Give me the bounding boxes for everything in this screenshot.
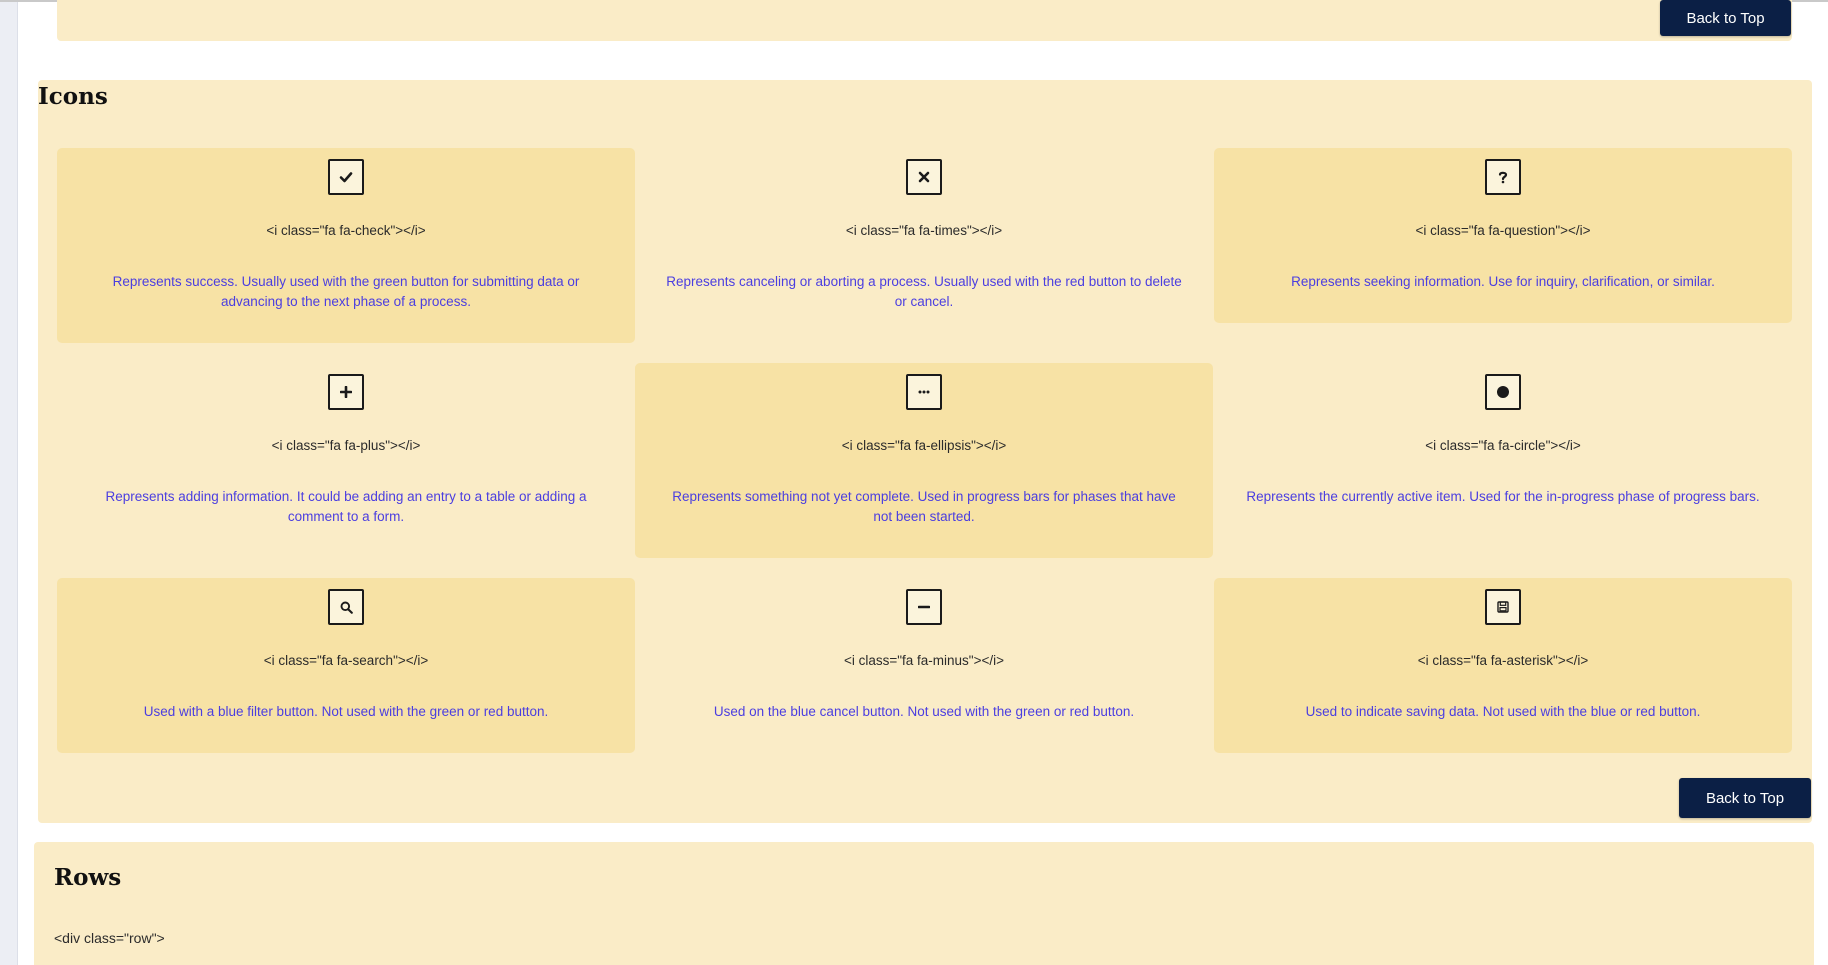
icon-code-snippet: <i class="fa fa-check"></i> <box>266 223 426 238</box>
back-to-top-button[interactable]: Back to Top <box>1660 0 1791 36</box>
icon-card-search: <i class="fa fa-search"></i> Used with a… <box>57 578 635 753</box>
circle-icon <box>1485 374 1521 410</box>
icon-code-snippet: <i class="fa fa-ellipsis"></i> <box>841 438 1007 453</box>
icon-code-snippet: <i class="fa fa-asterisk"></i> <box>1417 653 1589 668</box>
icon-card-question: <i class="fa fa-question"></i> Represent… <box>1214 148 1792 323</box>
page-left-rail <box>0 0 18 965</box>
question-icon <box>1485 159 1521 195</box>
icon-description: Represents something not yet complete. U… <box>672 489 1176 524</box>
search-icon <box>328 589 364 625</box>
rows-section-panel <box>34 842 1814 965</box>
icon-description: Used with a blue filter button. Not used… <box>143 704 549 719</box>
icon-description: Represents canceling or aborting a proce… <box>666 274 1182 309</box>
back-to-top-button[interactable]: Back to Top <box>1679 778 1811 818</box>
icon-code-snippet: <i class="fa fa-times"></i> <box>845 223 1003 238</box>
icon-card-plus: <i class="fa fa-plus"></i> Represents ad… <box>57 363 635 558</box>
icon-card-check: <i class="fa fa-check"></i> Represents s… <box>57 148 635 343</box>
icon-code-snippet: <i class="fa fa-plus"></i> <box>271 438 421 453</box>
icon-card-times: <i class="fa fa-times"></i> Represents c… <box>635 148 1213 343</box>
row-code-snippet: <div class="row"> <box>54 930 165 946</box>
icon-description: Used to indicate saving data. Not used w… <box>1305 704 1701 719</box>
rows-section-title: Rows <box>54 864 122 891</box>
icon-code-snippet: <i class="fa fa-search"></i> <box>263 653 429 668</box>
icon-code-snippet: <i class="fa fa-minus"></i> <box>843 653 1005 668</box>
plus-icon <box>328 374 364 410</box>
check-icon <box>328 159 364 195</box>
icon-description: Represents the currently active item. Us… <box>1246 489 1760 504</box>
icon-card-circle: <i class="fa fa-circle"></i> Represents … <box>1214 363 1792 558</box>
icon-card-ellipsis: <i class="fa fa-ellipsis"></i> Represent… <box>635 363 1213 558</box>
icon-description: Represents seeking information. Use for … <box>1291 274 1715 289</box>
minus-icon <box>906 589 942 625</box>
times-icon <box>906 159 942 195</box>
icon-description: Represents success. Usually used with th… <box>112 274 580 309</box>
previous-section-panel <box>57 0 1792 41</box>
ellipsis-icon <box>906 374 942 410</box>
icon-description: Represents adding information. It could … <box>105 489 587 524</box>
icon-code-snippet: <i class="fa fa-question"></i> <box>1415 223 1591 238</box>
icon-card-save: <i class="fa fa-asterisk"></i> Used to i… <box>1214 578 1792 753</box>
icon-description: Used on the blue cancel button. Not used… <box>713 704 1135 719</box>
icon-code-snippet: <i class="fa fa-circle"></i> <box>1425 438 1581 453</box>
save-icon <box>1485 589 1521 625</box>
icon-card-minus: <i class="fa fa-minus"></i> Used on the … <box>635 578 1213 753</box>
icons-section-title: Icons <box>38 83 108 110</box>
